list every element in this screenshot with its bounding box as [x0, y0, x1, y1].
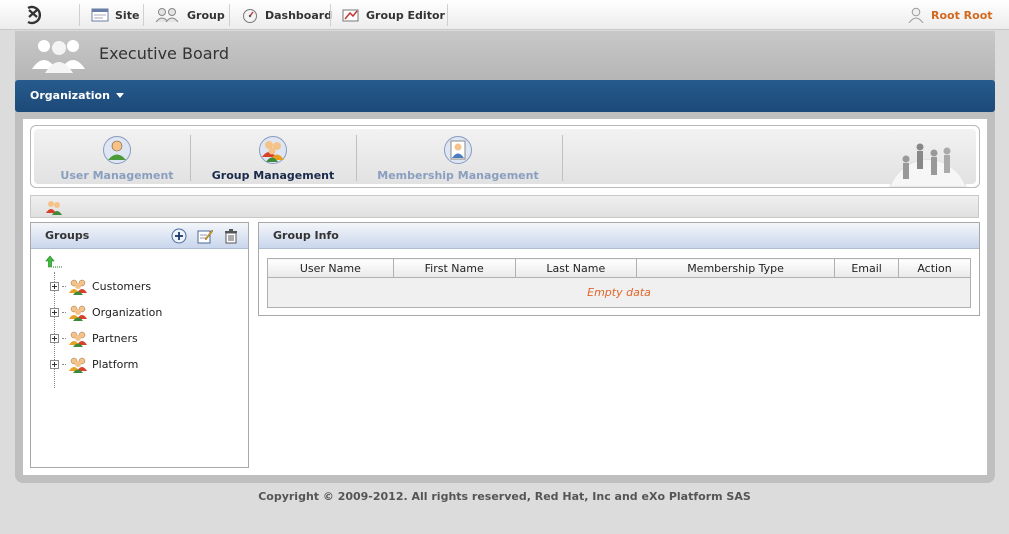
group-management-icon: [259, 136, 287, 164]
page-title: Executive Board: [99, 44, 230, 63]
toolbar-group-editor[interactable]: Group Editor: [342, 0, 445, 30]
column-last-name: Last Name: [514, 258, 637, 278]
caret-down-icon: [115, 93, 124, 98]
tree-node-platform[interactable]: Platform: [50, 355, 138, 373]
expand-icon[interactable]: [50, 307, 59, 317]
edit-group-icon[interactable]: [197, 228, 213, 244]
toolbar-user-label: Root Root: [931, 8, 993, 22]
members-table: User Name First Name Last Name Membershi…: [267, 258, 971, 308]
expand-icon[interactable]: [50, 333, 59, 343]
membership-management-icon: [444, 136, 472, 164]
organization-menu[interactable]: Organization: [30, 89, 124, 102]
column-email: Email: [834, 258, 900, 278]
exo-logo-icon[interactable]: [24, 5, 46, 25]
people-decoration-icon: [889, 143, 967, 187]
footer-copyright: Copyright © 2009-2012. All rights reserv…: [258, 490, 751, 503]
toolbar-dashboard-label: Dashboard: [265, 8, 333, 22]
tree-node-label: Organization: [92, 305, 163, 319]
tab-membership-management-label: Membership Management: [377, 169, 539, 182]
group-editor-icon: [342, 9, 359, 22]
column-membership-type: Membership Type: [635, 258, 836, 278]
group-info-title: Group Info: [273, 229, 339, 242]
group-node-icon: [69, 357, 87, 373]
user-management-icon: [103, 136, 131, 164]
column-action: Action: [898, 258, 971, 278]
group-breadcrumb: [30, 195, 979, 218]
toolbar-group-label: Group: [187, 8, 225, 22]
tab-group-management[interactable]: Group Management: [202, 133, 344, 183]
toolbar-site-label: Site: [115, 8, 140, 22]
toolbar-user[interactable]: Root Root: [907, 0, 993, 30]
empty-data-text: Empty data: [267, 277, 971, 308]
group-info-header: Group Info: [259, 223, 979, 249]
delete-group-icon[interactable]: [223, 228, 239, 244]
group-node-icon: [69, 331, 87, 347]
tab-user-management[interactable]: User Management: [42, 133, 192, 183]
organization-menu-label: Organization: [30, 89, 110, 102]
table-row: Empty data: [267, 277, 971, 308]
up-level-icon[interactable]: [45, 255, 63, 269]
tab-group-management-label: Group Management: [211, 169, 335, 182]
tree-node-organization[interactable]: Organization: [50, 303, 162, 321]
groups-panel-title: Groups: [45, 229, 90, 242]
groups-panel: Groups Customers Organization Partners P…: [30, 222, 249, 468]
portal-title-bar: Executive Board: [15, 31, 995, 81]
toolbar-group[interactable]: Group: [155, 0, 225, 30]
site-icon: [91, 8, 109, 22]
tree-node-label: Platform: [92, 357, 139, 371]
group-node-icon: [69, 279, 87, 295]
expand-icon[interactable]: [50, 281, 59, 291]
toolbar-group-editor-label: Group Editor: [366, 8, 445, 22]
expand-icon[interactable]: [50, 359, 59, 369]
top-toolbar: Site Group Dashboard Group Editor Root R…: [0, 0, 1009, 30]
group-info-panel: Group Info User Name First Name Last Nam…: [258, 222, 980, 316]
column-user-name: User Name: [267, 258, 394, 278]
tab-membership-management[interactable]: Membership Management: [370, 133, 546, 183]
tab-user-management-label: User Management: [60, 169, 174, 182]
user-icon: [908, 7, 924, 23]
tree-node-customers[interactable]: Customers: [50, 277, 151, 295]
tree-node-label: Customers: [92, 279, 152, 293]
add-group-icon[interactable]: [171, 228, 187, 244]
dashboard-icon: [243, 9, 257, 23]
group-icon: [155, 8, 179, 23]
navigation-bar: Organization: [15, 80, 995, 112]
group-node-icon: [69, 305, 87, 321]
management-tabs: User Management Group Management Members…: [30, 125, 980, 188]
column-first-name: First Name: [392, 258, 516, 278]
toolbar-dashboard[interactable]: Dashboard: [241, 0, 332, 30]
group-people-icon: [32, 40, 85, 73]
toolbar-site[interactable]: Site: [91, 0, 139, 30]
group-breadcrumb-icon[interactable]: [45, 199, 63, 215]
tree-node-label: Partners: [92, 331, 138, 345]
groups-panel-header: Groups: [31, 223, 248, 249]
group-tree: Customers Organization Partners Platform: [31, 250, 248, 465]
tree-node-partners[interactable]: Partners: [50, 329, 138, 347]
